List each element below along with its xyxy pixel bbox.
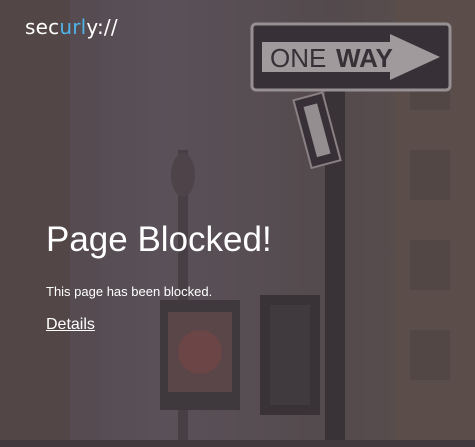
logo-text-url: url [59,15,87,39]
logo-text-sec: sec [25,15,60,39]
block-page: ONE WAY securly:// Page Blocked! This pa… [0,0,475,447]
logo-text-y: y:// [86,15,118,39]
securly-logo: securly:// [25,15,118,39]
page-title: Page Blocked! [46,220,272,259]
details-link[interactable]: Details [46,316,95,334]
block-message: This page has been blocked. [46,284,213,299]
